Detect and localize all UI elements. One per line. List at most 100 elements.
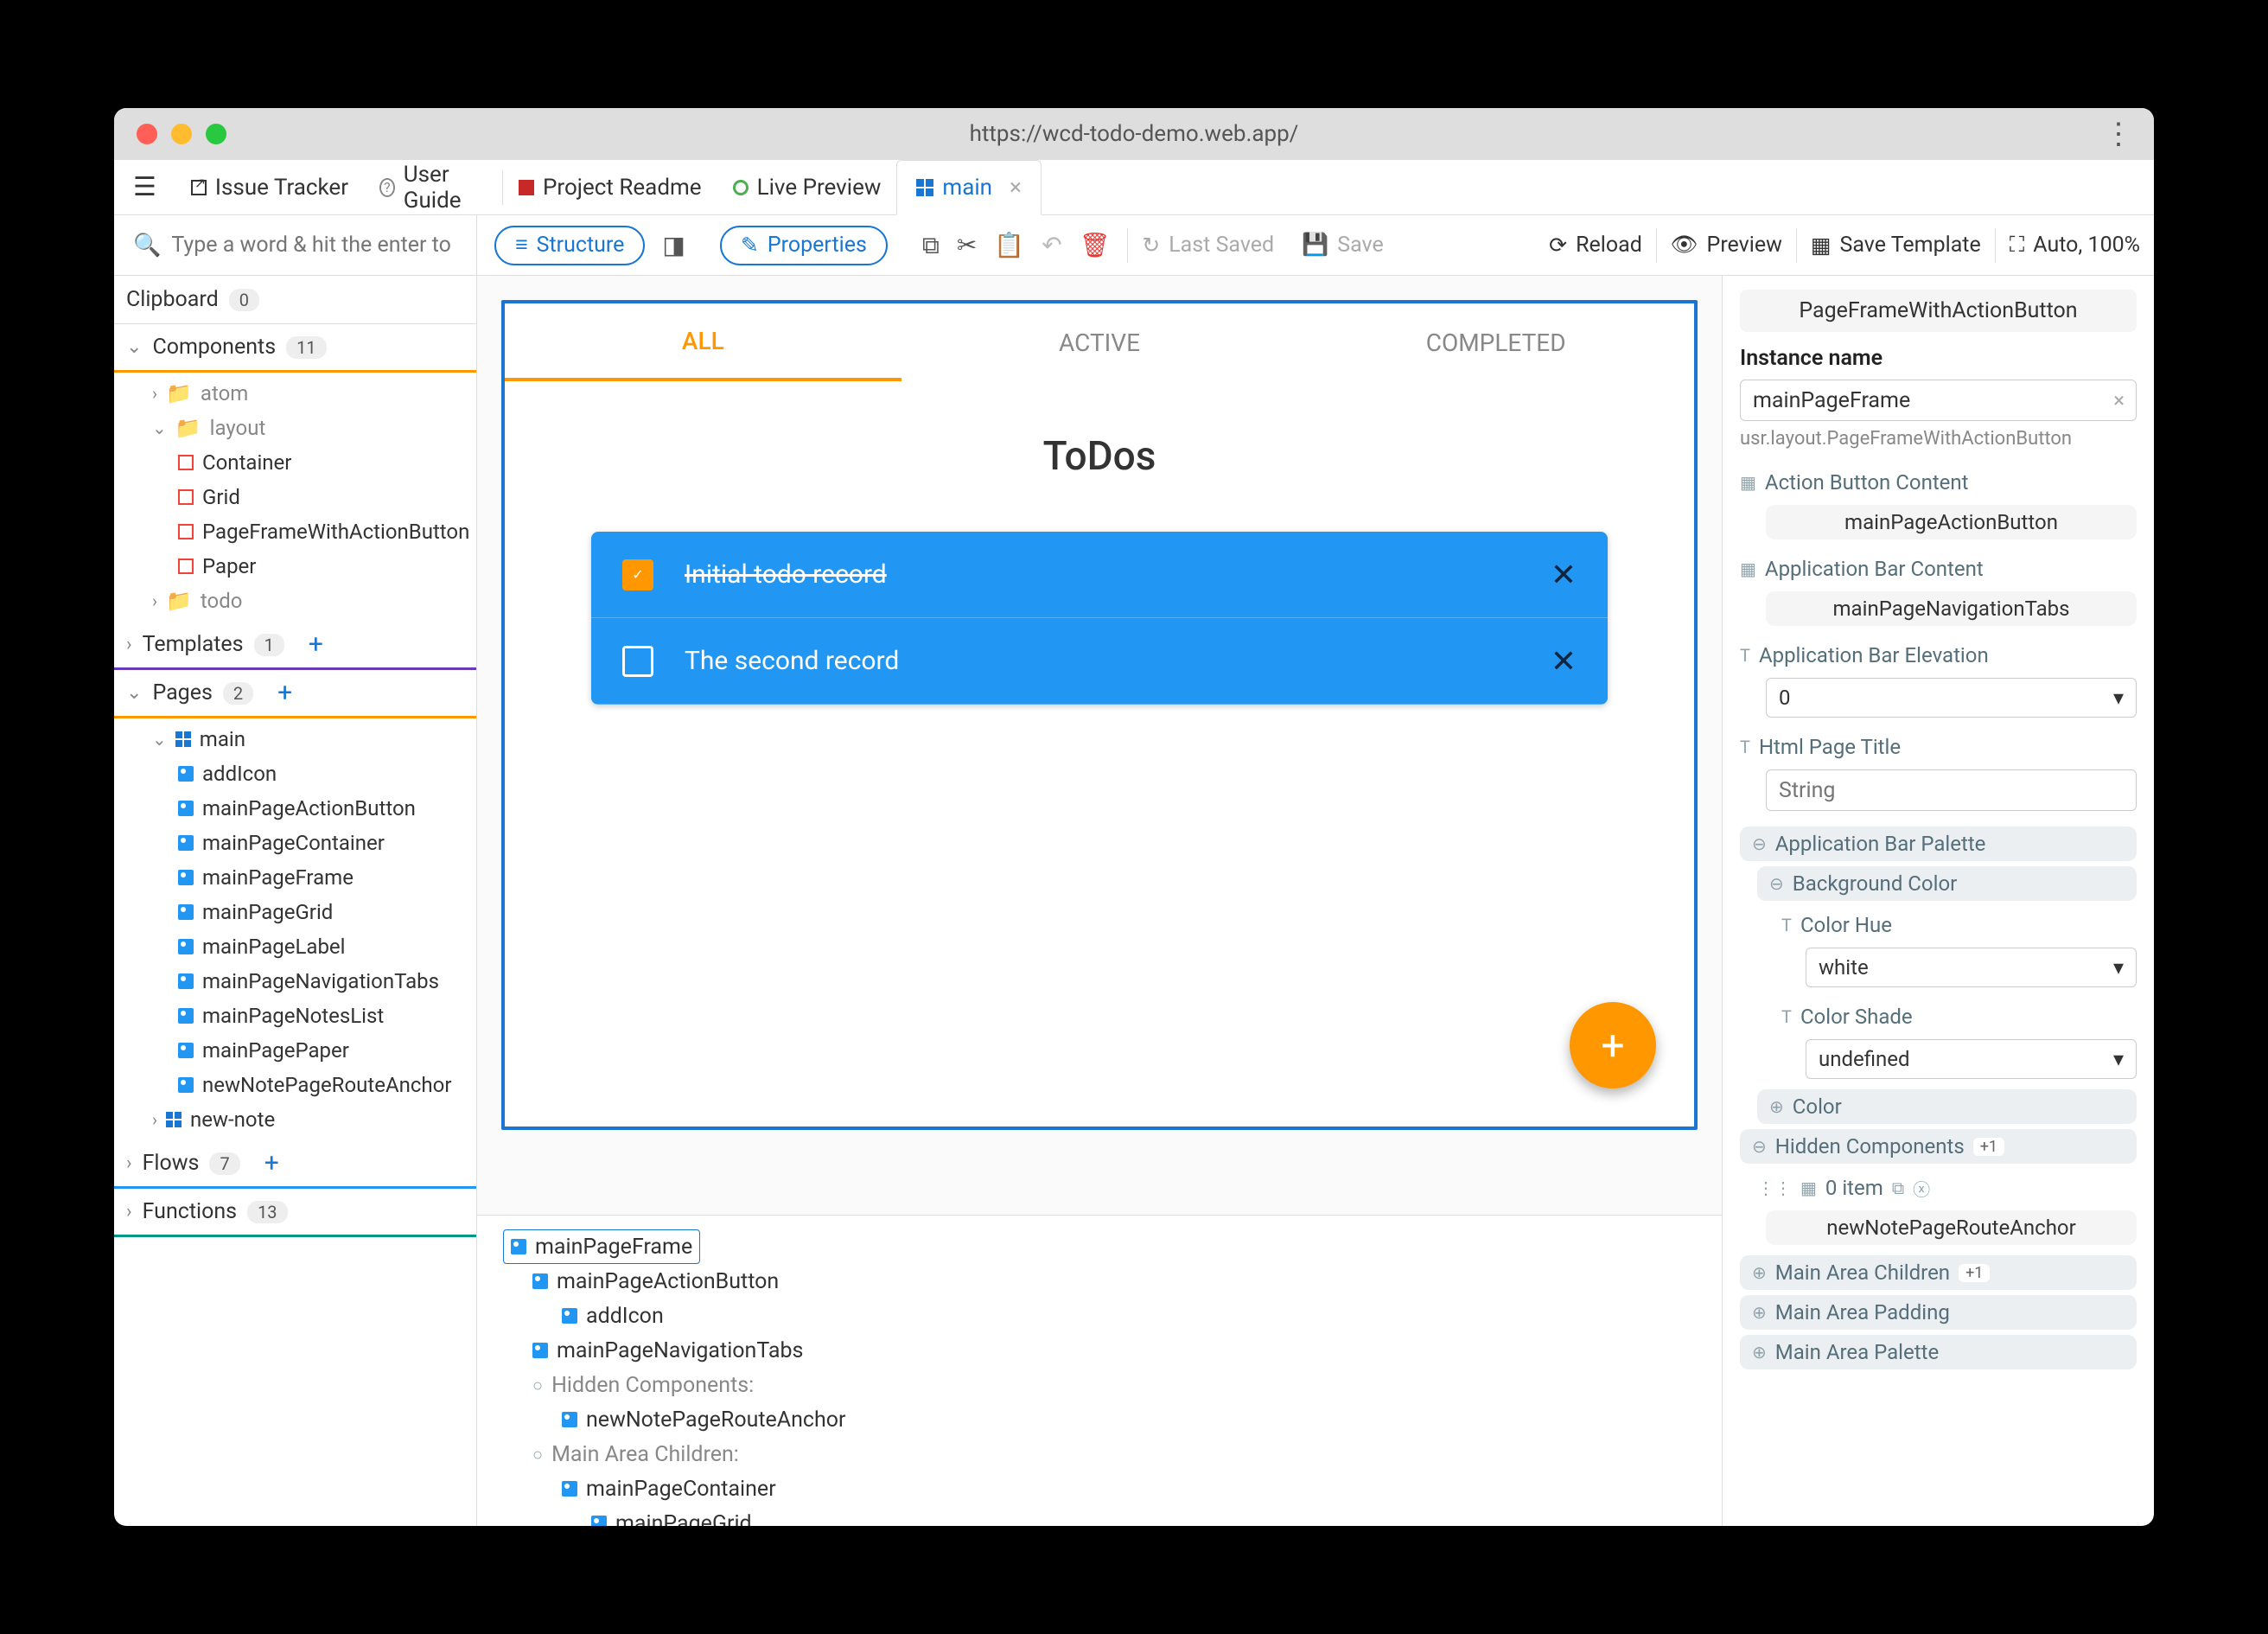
minimize-icon[interactable] xyxy=(171,124,192,144)
tree-item[interactable]: mainPageNavigationTabs xyxy=(114,964,476,999)
add-page-icon[interactable]: + xyxy=(277,678,292,708)
shade-select[interactable]: undefined▾ xyxy=(1806,1039,2137,1079)
btree-item[interactable]: mainPageContainer xyxy=(486,1471,1713,1506)
prop-main-area-palette[interactable]: ⊕Main Area Palette xyxy=(1740,1335,2137,1369)
tree-item[interactable]: Container xyxy=(114,445,476,480)
todo-row[interactable]: The second record ✕ xyxy=(591,618,1608,705)
delete-todo-icon[interactable]: ✕ xyxy=(1551,643,1577,680)
html-title-input[interactable] xyxy=(1766,769,2137,811)
filter-tab-all[interactable]: ALL xyxy=(505,303,901,381)
preview-icon xyxy=(733,180,749,195)
filter-tab-active[interactable]: ACTIVE xyxy=(901,303,1298,381)
tree-item[interactable]: mainPageActionButton xyxy=(114,791,476,826)
prop-app-bar-elevation[interactable]: TApplication Bar Elevation xyxy=(1740,636,2137,674)
instance-name-input[interactable] xyxy=(1740,380,2137,421)
hamburger-icon[interactable]: ☰ xyxy=(114,172,175,202)
maximize-icon[interactable] xyxy=(206,124,226,144)
tree-layout[interactable]: ⌄📁layout xyxy=(114,411,476,445)
btree-item[interactable]: mainPageNavigationTabs xyxy=(486,1333,1713,1368)
hidden-value[interactable]: newNotePageRouteAnchor xyxy=(1766,1210,2137,1245)
prop-color-shade[interactable]: TColor Shade xyxy=(1781,998,2137,1036)
lastsaved-label: Last Saved xyxy=(1169,233,1274,258)
user-guide-link[interactable]: ? User Guide xyxy=(364,160,502,215)
btree-item[interactable]: mainPageActionButton xyxy=(486,1264,1713,1299)
cut-icon[interactable]: ✂ xyxy=(957,231,977,259)
tree-item[interactable]: addIcon xyxy=(114,756,476,791)
structure-button[interactable]: ≡ Structure xyxy=(494,226,645,265)
filter-tab-completed[interactable]: COMPLETED xyxy=(1297,303,1694,381)
tree-new-note-page[interactable]: ›new-note xyxy=(114,1102,476,1137)
btree-item[interactable]: mainPageFrame xyxy=(503,1229,700,1264)
elevation-select[interactable]: 0▾ xyxy=(1766,678,2137,718)
flows-section[interactable]: › Flows 7 + xyxy=(114,1140,476,1189)
external-link-icon xyxy=(191,180,207,195)
copy-icon[interactable]: ⧉ xyxy=(922,231,940,260)
delete-icon[interactable]: 🗑 xyxy=(1080,231,1111,259)
preview-button[interactable]: 👁 Preview xyxy=(1657,233,1796,258)
pages-section[interactable]: ⌄ Pages 2 + xyxy=(114,670,476,718)
more-icon[interactable]: ⋮ xyxy=(2104,117,2133,151)
todo-row[interactable]: ✓ Initial todo record ✕ xyxy=(591,532,1608,618)
tree-item[interactable]: mainPageFrame xyxy=(114,860,476,895)
prop-color-hue[interactable]: TColor Hue xyxy=(1781,906,2137,944)
clear-icon[interactable]: × xyxy=(2113,388,2125,412)
prop-action-button-content[interactable]: ▦Action Button Content xyxy=(1740,463,2137,501)
reload-button[interactable]: ⟳ Reload xyxy=(1535,233,1656,259)
live-preview-tab[interactable]: Live Preview xyxy=(717,160,897,215)
tree-item[interactable]: mainPageNotesList xyxy=(114,999,476,1033)
copy-icon[interactable]: ⧉ xyxy=(1892,1178,1904,1198)
prop-main-area-padding[interactable]: ⊕Main Area Padding xyxy=(1740,1295,2137,1330)
search-box[interactable]: 🔍 xyxy=(114,215,477,275)
save-template-button[interactable]: ▦ Save Template xyxy=(1797,233,1995,259)
issue-tracker-link[interactable]: Issue Tracker xyxy=(175,160,364,215)
prop-bg-color[interactable]: ⊖Background Color xyxy=(1757,866,2137,901)
close-tab-icon[interactable]: × xyxy=(1010,175,1022,201)
main-tab[interactable]: main × xyxy=(896,160,1042,215)
tree-item[interactable]: Grid xyxy=(114,480,476,514)
btree-item[interactable]: ○Hidden Components: xyxy=(486,1368,1713,1402)
app-bar-value[interactable]: mainPageNavigationTabs xyxy=(1766,591,2137,626)
prop-hidden-components[interactable]: ⊖Hidden Components+1 xyxy=(1740,1129,2137,1164)
tree-item[interactable]: newNotePageRouteAnchor xyxy=(114,1068,476,1102)
fab-add-button[interactable]: + xyxy=(1570,1002,1656,1088)
functions-section[interactable]: › Functions 13 xyxy=(114,1189,476,1237)
checkbox-icon[interactable]: ✓ xyxy=(622,559,653,590)
tree-item[interactable]: mainPageLabel xyxy=(114,929,476,964)
btree-item[interactable]: addIcon xyxy=(486,1299,1713,1333)
action-button-value[interactable]: mainPageActionButton xyxy=(1766,505,2137,539)
layout-toggle-icon[interactable]: ◨ xyxy=(662,231,685,259)
delete-todo-icon[interactable]: ✕ xyxy=(1551,557,1577,593)
close-icon[interactable] xyxy=(137,124,157,144)
canvas[interactable]: ALLACTIVECOMPLETED ToDos ✓ Initial todo … xyxy=(501,300,1698,1130)
prop-html-title[interactable]: THtml Page Title xyxy=(1740,728,2137,766)
tree-item[interactable]: mainPageGrid xyxy=(114,895,476,929)
remove-icon[interactable]: ⓧ xyxy=(1913,1176,1930,1201)
properties-button[interactable]: ✎ Properties xyxy=(720,226,888,265)
btree-item[interactable]: newNotePageRouteAnchor xyxy=(486,1402,1713,1437)
btree-item[interactable]: mainPageGrid xyxy=(486,1506,1713,1526)
tree-todo[interactable]: ›📁todo xyxy=(114,584,476,618)
btree-item[interactable]: ○Main Area Children: xyxy=(486,1437,1713,1471)
tree-item[interactable]: PageFrameWithActionButton xyxy=(114,514,476,549)
checkbox-icon[interactable] xyxy=(622,646,653,677)
tree-item[interactable]: mainPagePaper xyxy=(114,1033,476,1068)
project-readme-tab[interactable]: Project Readme xyxy=(503,160,717,215)
prop-app-bar-content[interactable]: ▦Application Bar Content xyxy=(1740,550,2137,588)
tree-item[interactable]: Paper xyxy=(114,549,476,584)
zoom-button[interactable]: ⛶ Auto, 100% xyxy=(1996,233,2154,258)
tree-item[interactable]: mainPageContainer xyxy=(114,826,476,860)
chevron-right-icon: › xyxy=(126,634,132,655)
search-input[interactable] xyxy=(171,233,457,258)
prop-main-area-children[interactable]: ⊕Main Area Children+1 xyxy=(1740,1255,2137,1290)
prop-app-bar-palette[interactable]: ⊖Application Bar Palette xyxy=(1740,827,2137,861)
hidden-item-row[interactable]: ⋮⋮▦0 item⧉ⓧ xyxy=(1757,1169,2137,1207)
add-flow-icon[interactable]: + xyxy=(264,1148,279,1178)
tree-atom[interactable]: ›📁atom xyxy=(114,376,476,411)
components-section[interactable]: ⌄ Components 11 xyxy=(114,324,476,373)
clipboard-section[interactable]: Clipboard 0 xyxy=(114,276,476,324)
templates-section[interactable]: › Templates 1 + xyxy=(114,622,476,670)
tree-main-page[interactable]: ⌄main xyxy=(114,722,476,756)
prop-color[interactable]: ⊕Color xyxy=(1757,1089,2137,1124)
add-template-icon[interactable]: + xyxy=(309,629,323,660)
hue-select[interactable]: white▾ xyxy=(1806,948,2137,987)
